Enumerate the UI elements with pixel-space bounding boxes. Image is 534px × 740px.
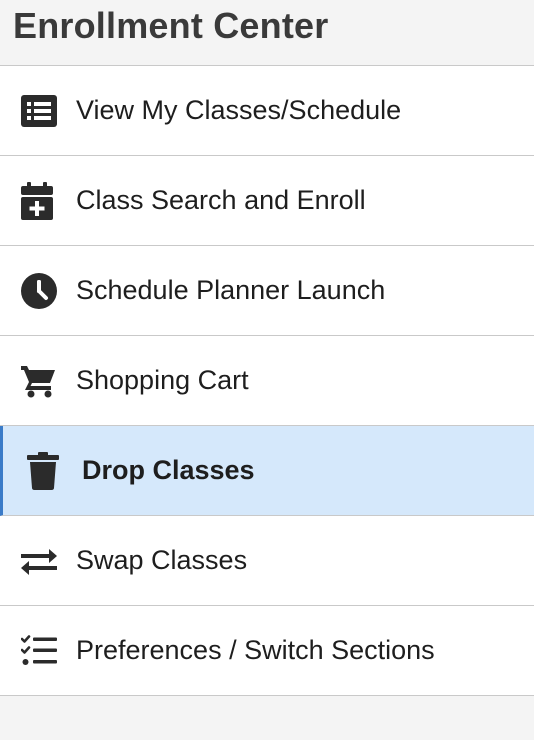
shopping-cart-icon — [21, 361, 61, 401]
nav-item-label: Shopping Cart — [76, 365, 249, 395]
nav-item-label: View My Classes/Schedule — [76, 95, 402, 125]
nav-item-schedule-planner[interactable]: Schedule Planner Launch — [0, 246, 534, 336]
trash-icon — [27, 451, 67, 491]
nav-item-shopping-cart[interactable]: Shopping Cart — [0, 336, 534, 426]
nav-item-class-search-enroll[interactable]: Class Search and Enroll — [0, 156, 534, 246]
clock-icon — [21, 271, 61, 311]
nav-item-swap-classes[interactable]: Swap Classes — [0, 516, 534, 606]
swap-arrows-icon — [21, 541, 61, 581]
checklist-icon — [21, 631, 61, 671]
list-icon — [21, 91, 61, 131]
nav-item-label: Preferences / Switch Sections — [76, 635, 435, 665]
enrollment-center-panel: Enrollment Center View My Classes/Schedu… — [0, 0, 534, 740]
enrollment-nav-list: View My Classes/Schedule Class Search an… — [0, 66, 534, 696]
nav-item-label: Class Search and Enroll — [76, 185, 366, 215]
nav-item-preferences-switch-sections[interactable]: Preferences / Switch Sections — [0, 606, 534, 696]
nav-item-drop-classes[interactable]: Drop Classes — [0, 426, 534, 516]
calendar-plus-icon — [21, 181, 61, 221]
nav-item-label: Swap Classes — [76, 545, 248, 575]
panel-footer — [0, 696, 534, 740]
nav-item-view-my-classes[interactable]: View My Classes/Schedule — [0, 66, 534, 156]
nav-item-label: Drop Classes — [82, 455, 255, 485]
page-title: Enrollment Center — [13, 5, 329, 46]
panel-header: Enrollment Center — [0, 0, 534, 66]
nav-item-label: Schedule Planner Launch — [76, 275, 386, 305]
